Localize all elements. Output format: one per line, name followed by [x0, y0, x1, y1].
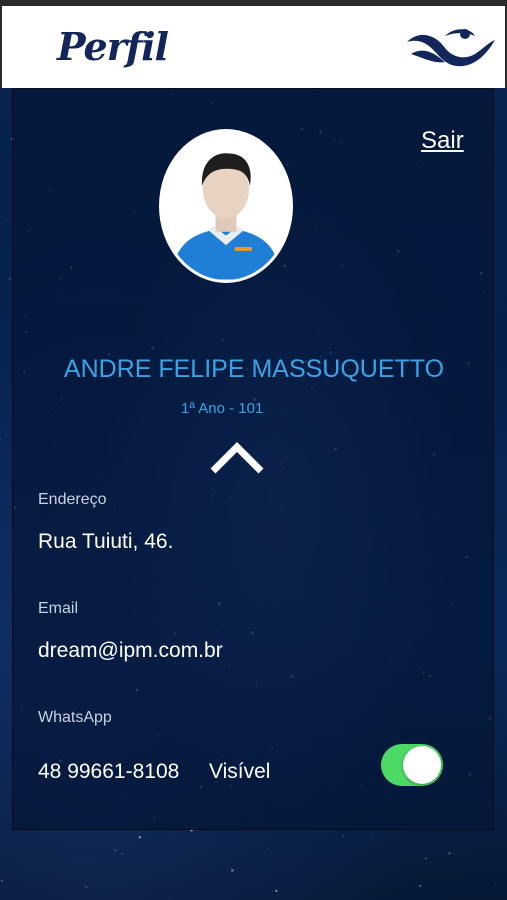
- app-header: Perfil: [0, 6, 507, 88]
- visibility-label: Visível: [209, 760, 271, 783]
- chevron-up-icon[interactable]: [209, 439, 265, 477]
- email-value: dream@ipm.com.br: [38, 639, 223, 662]
- user-class: 1ª Ano - 101: [181, 400, 264, 417]
- whatsapp-visibility-toggle[interactable]: [381, 744, 443, 786]
- address-value: Rua Tuiuti, 46.: [38, 530, 174, 553]
- user-name: ANDRE FELIPE MASSUQUETTO: [63, 355, 445, 383]
- whatsapp-value: 48 99661-8108: [38, 760, 180, 783]
- address-label: Endereço: [38, 491, 107, 508]
- profile-card: Sair ANDRE FELIPE MASSUQUETTO 1ª Ano - 1…: [12, 88, 494, 830]
- wave-logo-icon: [407, 29, 495, 67]
- toggle-knob: [403, 746, 441, 784]
- avatar-illustration: [162, 132, 290, 280]
- email-label: Email: [38, 600, 79, 617]
- page-title: Perfil: [57, 24, 169, 69]
- whatsapp-label: WhatsApp: [38, 709, 112, 726]
- logout-link[interactable]: Sair: [421, 127, 464, 155]
- user-avatar-icon: [159, 129, 293, 283]
